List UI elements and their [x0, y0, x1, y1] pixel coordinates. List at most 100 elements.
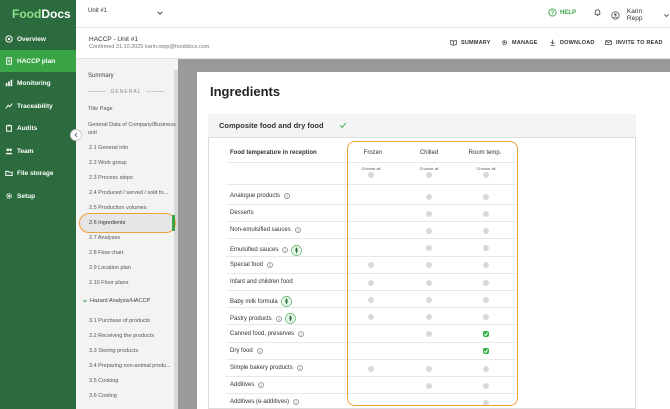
toc-hazard-heading[interactable]: Hazard Analysis/HACCP [82, 298, 150, 304]
allergen-badge-icon[interactable] [284, 313, 296, 325]
chevron-down-icon [664, 13, 669, 17]
info-icon[interactable] [282, 247, 289, 253]
chart-icon [5, 79, 13, 87]
chevron-down-icon[interactable] [156, 9, 164, 17]
ingredient-name: Additives (e-additives) [230, 399, 290, 406]
toc-item[interactable]: 2.4 Produced / served / sold fo... [89, 190, 177, 198]
info-icon[interactable] [275, 316, 282, 322]
ingredient-row-label: Analogue products [230, 193, 290, 199]
toc-item[interactable]: 2.8 Flow chart [89, 250, 177, 258]
sidebar-item-setup[interactable]: Setup [0, 185, 76, 207]
ingredient-name: Baby milk formula [230, 298, 278, 305]
toc-item[interactable]: 2.3 Process steps [89, 175, 177, 183]
invite-label: INVITE TO READ [616, 39, 663, 46]
info-icon[interactable] [293, 399, 299, 406]
ingredient-row-label: Special food [230, 262, 273, 268]
ingredient-row-label: Pastry products [230, 313, 296, 325]
ingredient-name: Additives [230, 382, 255, 389]
trace-icon [5, 102, 13, 110]
ingredient-row-label: Baby milk formula [230, 296, 292, 308]
sidebar-item-team[interactable]: Team [0, 140, 76, 162]
topbar: Unit #1 ? HELP Karin Repp [76, 0, 670, 28]
sidebar-item-haccp-plan[interactable]: HACCP plan [0, 50, 76, 72]
toc-item[interactable]: 3.2 Receiving the products [89, 333, 177, 341]
sidebar-item-file-storage[interactable]: File storage [0, 162, 76, 184]
user-menu[interactable]: Karin Repp [611, 8, 670, 22]
ingredient-name: Pastry products [230, 315, 272, 322]
user-avatar-icon [611, 10, 620, 20]
book-icon [450, 39, 457, 46]
manage-button[interactable]: MANAGE [501, 39, 538, 46]
sidebar-item-label: HACCP plan [17, 57, 56, 65]
summary-button[interactable]: SUMMARY [450, 39, 491, 46]
sidebar: FoodDocs Overview HACCP plan Monitoring … [0, 0, 76, 409]
sidebar-item-label: Audits [17, 124, 38, 132]
allergen-badge-icon[interactable] [280, 296, 292, 308]
document-icon [5, 57, 13, 65]
ingredient-name: Analogue products [230, 193, 281, 199]
info-icon[interactable] [258, 382, 265, 388]
ingredient-name: Infant and children food [230, 279, 293, 285]
collapse-toc-button[interactable] [70, 129, 82, 141]
user-name: Karin Repp [626, 8, 643, 22]
section-title: Composite food and dry food [219, 121, 324, 130]
toc-hazard-label: Hazard Analysis/HACCP [90, 298, 151, 304]
ingredient-name: Simple bakery products [230, 365, 293, 371]
document-title: HACCP - Unit #1 [89, 36, 139, 43]
temperature-columns-highlight [347, 141, 518, 406]
sidebar-item-audits[interactable]: Audits [0, 117, 76, 139]
ingredient-row-label: Non-emulsified sauces [230, 227, 301, 233]
info-icon[interactable] [296, 365, 303, 371]
target-icon [5, 35, 13, 43]
sidebar-item-monitoring[interactable]: Monitoring [0, 72, 76, 94]
toc-item[interactable]: 2.5 Production volumes [89, 205, 177, 213]
chevron-left-icon [74, 132, 78, 138]
toc-item[interactable]: 3.1 Purchase of products [89, 318, 177, 326]
document-subtitle: Confirmed 31.10.2025 karin.repp@fooddocs… [89, 44, 210, 50]
info-icon[interactable] [298, 330, 304, 337]
sidebar-item-overview[interactable]: Overview [0, 28, 76, 50]
toc-item[interactable]: 2.9 Location plan [89, 265, 177, 273]
toc-section-general: GENERAL [82, 89, 170, 95]
ingredient-name: Non-emulsified sauces [230, 227, 291, 234]
toc-item[interactable]: Title Page [88, 106, 176, 114]
sidebar-item-label: Traceability [17, 102, 53, 110]
sidebar-item-label: Overview [17, 35, 46, 43]
toc-item[interactable]: 3.4 Preparing non-animal produ... [89, 363, 177, 371]
sidebar-item-label: Setup [17, 192, 36, 200]
sidebar-item-label: Team [17, 147, 34, 155]
toc-item[interactable]: 2.2 Work group [89, 160, 177, 168]
manage-label: MANAGE [512, 39, 538, 46]
document-header: HACCP - Unit #1 Confirmed 31.10.2025 kar… [76, 28, 670, 59]
toc-item[interactable]: 2.10 Floor plans [89, 280, 177, 288]
unit-select[interactable]: Unit #1 [88, 8, 107, 14]
toc-item-active[interactable]: 2.6 Ingredients [89, 220, 177, 228]
info-icon[interactable] [284, 193, 290, 199]
toc-item[interactable]: 2.1 General info [89, 145, 177, 153]
ingredient-row-label: Simple bakery products [230, 365, 303, 371]
summary-label: SUMMARY [461, 39, 491, 46]
toc-item[interactable]: General Data of Company/Business unit [88, 122, 176, 137]
bell-icon[interactable] [593, 8, 602, 17]
ingredient-row-label: Additives (e-additives) [230, 399, 299, 405]
gear-icon [5, 192, 13, 200]
ingredient-row-label: Additives [230, 382, 265, 389]
gear-icon [501, 39, 508, 46]
toc-item[interactable]: 3.6 Cooling [89, 393, 177, 401]
toc-item[interactable]: 2.7 Analyses [89, 235, 177, 243]
info-icon[interactable] [256, 348, 263, 354]
download-button[interactable]: DOWNLOAD [549, 39, 595, 46]
toc-item[interactable]: 3.5 Cooking [89, 378, 177, 386]
sidebar-item-traceability[interactable]: Traceability [0, 95, 76, 117]
ingredient-row-label: Canned food, preserves [230, 331, 304, 337]
allergen-badge-icon[interactable] [291, 244, 303, 256]
toc-summary[interactable]: Summary [88, 73, 176, 81]
info-icon[interactable] [267, 262, 273, 268]
ingredient-name: Canned food, preserves [230, 330, 295, 337]
ingredient-name: Dry food [230, 347, 253, 354]
invite-to-read-button[interactable]: INVITE TO READ [605, 39, 663, 46]
info-icon[interactable] [294, 227, 301, 234]
fooddocs-logo[interactable]: FoodDocs [12, 7, 71, 21]
help-button[interactable]: ? HELP [548, 8, 576, 17]
toc-item[interactable]: 3.3 Storing products [89, 348, 177, 356]
